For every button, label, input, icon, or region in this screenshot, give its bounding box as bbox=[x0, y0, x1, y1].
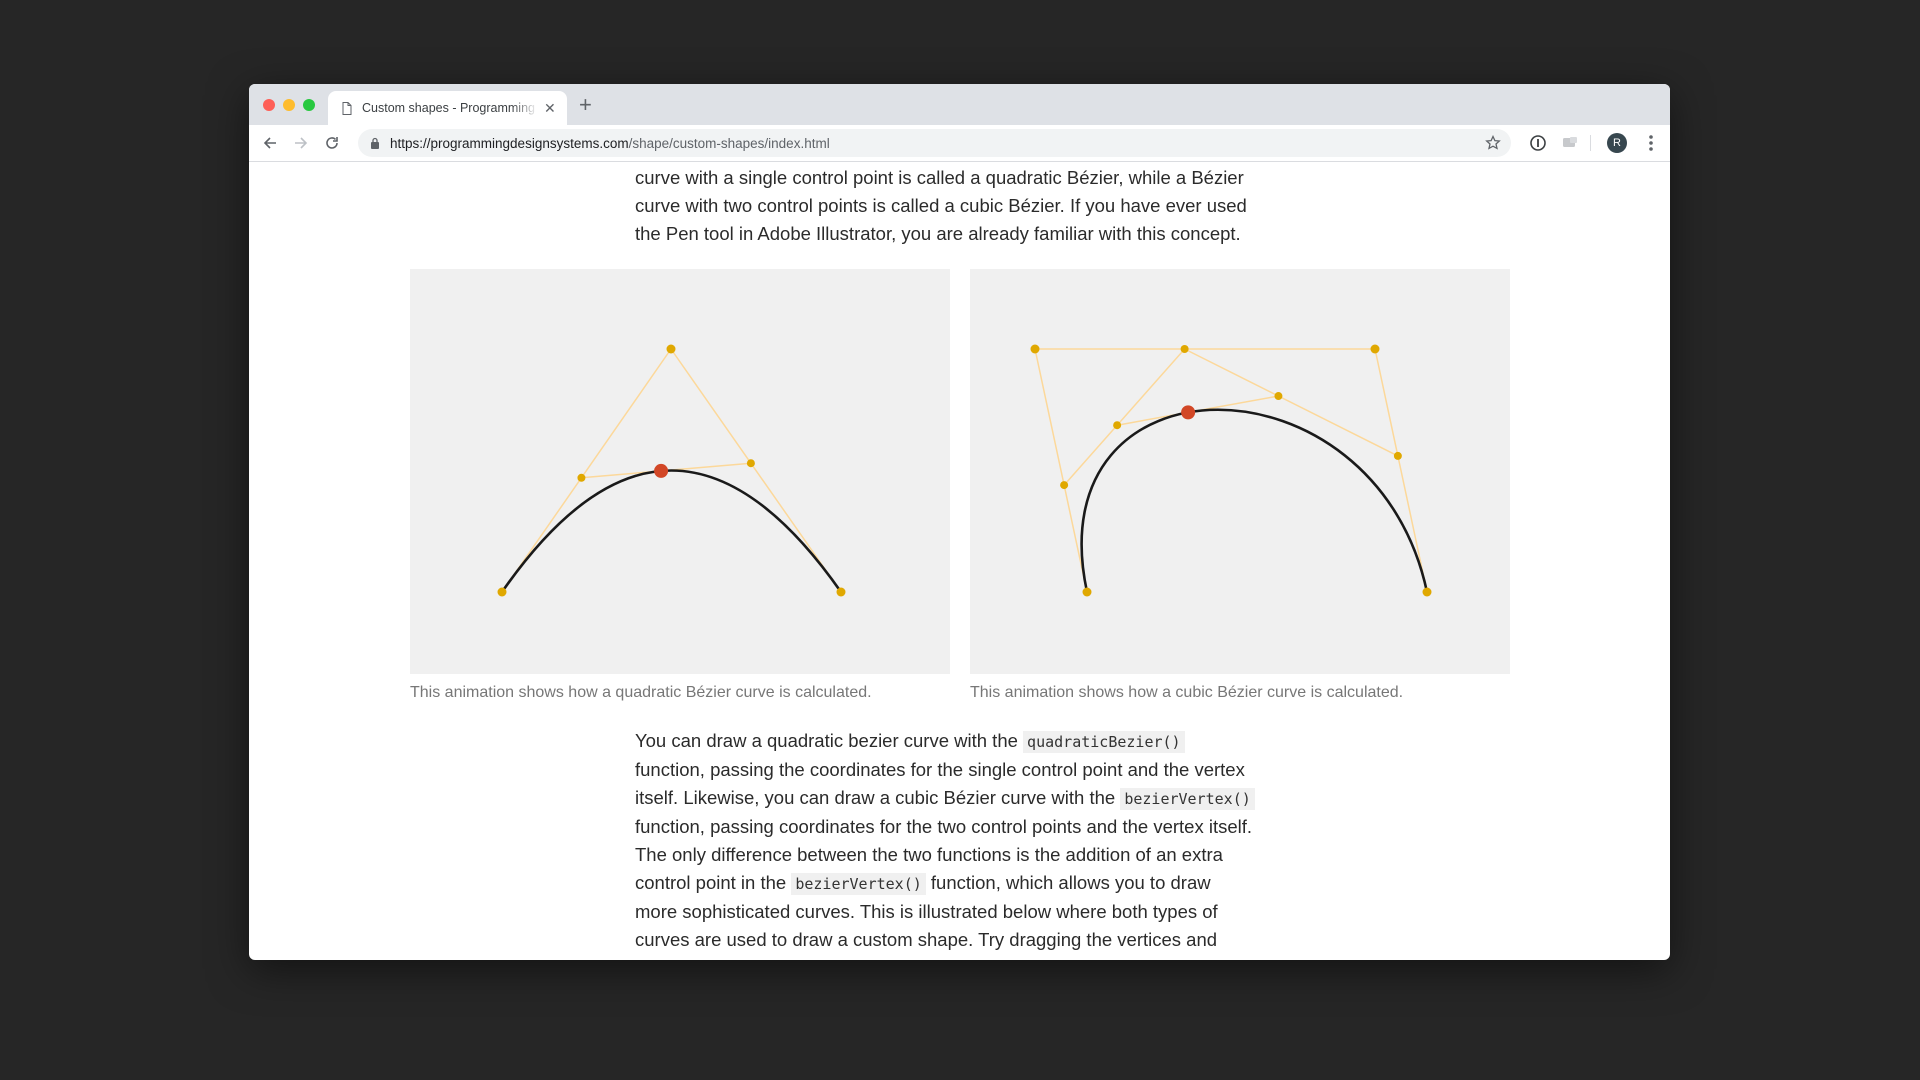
more-menu-icon[interactable] bbox=[1649, 134, 1653, 152]
browser-toolbar: https://programmingdesignsystems.com/sha… bbox=[249, 125, 1670, 162]
quadratic-caption: This animation shows how a quadratic Béz… bbox=[410, 684, 872, 701]
text-line: more sophisticated curves. This is illus… bbox=[635, 901, 1218, 922]
text-line: function, passing coordinates for the tw… bbox=[635, 816, 1253, 837]
interpolated-point bbox=[577, 473, 586, 482]
text-span: itself. Likewise, you can draw a cubic B… bbox=[635, 787, 1121, 808]
text-line: You can draw a quadratic bezier curve wi… bbox=[635, 727, 1295, 756]
interpolated-point bbox=[1180, 345, 1189, 353]
browser-tab[interactable]: Custom shapes - Programming Design Syste… bbox=[328, 91, 567, 125]
bezier-curve bbox=[500, 469, 843, 593]
quadratic-bezier-canvas bbox=[497, 344, 846, 597]
guide-line-level-0 bbox=[1034, 348, 1428, 593]
control-point bbox=[1370, 344, 1380, 354]
avatar[interactable]: R bbox=[1607, 133, 1627, 153]
maximize-window-button[interactable] bbox=[303, 99, 315, 111]
document-icon bbox=[342, 101, 352, 115]
lock-icon bbox=[371, 137, 379, 149]
minimize-window-button[interactable] bbox=[283, 99, 295, 111]
url-text[interactable]: https://programmingdesignsystems.com/sha… bbox=[390, 136, 830, 151]
cast-extension-icon[interactable] bbox=[1561, 134, 1579, 152]
close-icon[interactable]: ✕ bbox=[544, 100, 556, 117]
toolbar-divider bbox=[1590, 135, 1591, 151]
interpolated-point bbox=[1393, 451, 1402, 460]
current-curve-point bbox=[654, 463, 669, 478]
text-line: itself. Likewise, you can draw a cubic B… bbox=[635, 784, 1295, 813]
page-content: curve with a single control point is cal… bbox=[249, 162, 1670, 960]
intro-paragraph: curve with a single control point is cal… bbox=[635, 164, 1295, 248]
info-extension-icon[interactable] bbox=[1529, 134, 1547, 152]
interpolated-point bbox=[1274, 392, 1283, 401]
cubic-caption: This animation shows how a cubic Bézier … bbox=[970, 684, 1404, 701]
interpolated-point bbox=[1060, 481, 1069, 490]
text-span: You can draw a quadratic bezier curve wi… bbox=[635, 730, 1024, 751]
code-quadraticBezier: quadraticBezier() bbox=[1023, 731, 1185, 753]
address-bar[interactable]: https://programmingdesignsystems.com/sha… bbox=[358, 129, 1511, 157]
control-point bbox=[497, 587, 507, 597]
interpolated-point bbox=[1113, 421, 1122, 430]
text-span: control point in the bbox=[635, 872, 792, 893]
url-host: https://programmingdesignsystems.com bbox=[390, 135, 629, 151]
reload-icon[interactable] bbox=[322, 133, 342, 153]
bookmark-star-icon[interactable] bbox=[1485, 135, 1501, 151]
url-path: /shape/custom-shapes/index.html bbox=[628, 135, 830, 151]
text-line: the Pen tool in Adobe Illustrator, you a… bbox=[635, 223, 1241, 244]
back-arrow-icon[interactable] bbox=[260, 133, 280, 153]
cubic-bezier-canvas bbox=[1030, 344, 1432, 597]
code-bezierVertex: bezierVertex() bbox=[791, 873, 926, 895]
interpolated-point bbox=[746, 459, 755, 468]
text-line: curves are used to draw a custom shape. … bbox=[635, 929, 1218, 950]
text-span: function, which allows you to draw bbox=[925, 872, 1211, 893]
control-point bbox=[1082, 587, 1092, 597]
browser-window: Custom shapes - Programming Design Syste… bbox=[249, 84, 1670, 960]
control-point bbox=[666, 344, 676, 354]
close-window-button[interactable] bbox=[263, 99, 275, 111]
cubic-bezier-figure bbox=[970, 269, 1510, 674]
forward-arrow-icon[interactable] bbox=[291, 133, 311, 153]
text-line: The only difference between the two func… bbox=[635, 844, 1223, 865]
text-line: control points to see the resulting cube… bbox=[635, 954, 1295, 960]
code-bezierVertex: bezierVertex() bbox=[1120, 788, 1255, 810]
tab-title: Custom shapes - Programming Design Syste… bbox=[362, 101, 538, 115]
tab-strip: Custom shapes - Programming Design Syste… bbox=[249, 84, 1670, 125]
plus-icon[interactable]: + bbox=[579, 94, 592, 116]
control-point bbox=[1030, 344, 1040, 354]
text-line: control point in the bezierVertex() func… bbox=[635, 869, 1295, 898]
body-paragraph: You can draw a quadratic bezier curve wi… bbox=[635, 727, 1295, 960]
text-line: curve with two control points is called … bbox=[635, 195, 1247, 216]
control-point bbox=[836, 587, 846, 597]
current-curve-point bbox=[1181, 405, 1196, 420]
quadratic-bezier-figure bbox=[410, 269, 950, 674]
bezier-curve bbox=[1080, 408, 1429, 593]
guide-line-level-1 bbox=[1063, 348, 1399, 486]
text-line: function, passing the coordinates for th… bbox=[635, 759, 1245, 780]
control-point bbox=[1422, 587, 1432, 597]
text-line: curve with a single control point is cal… bbox=[635, 167, 1244, 188]
